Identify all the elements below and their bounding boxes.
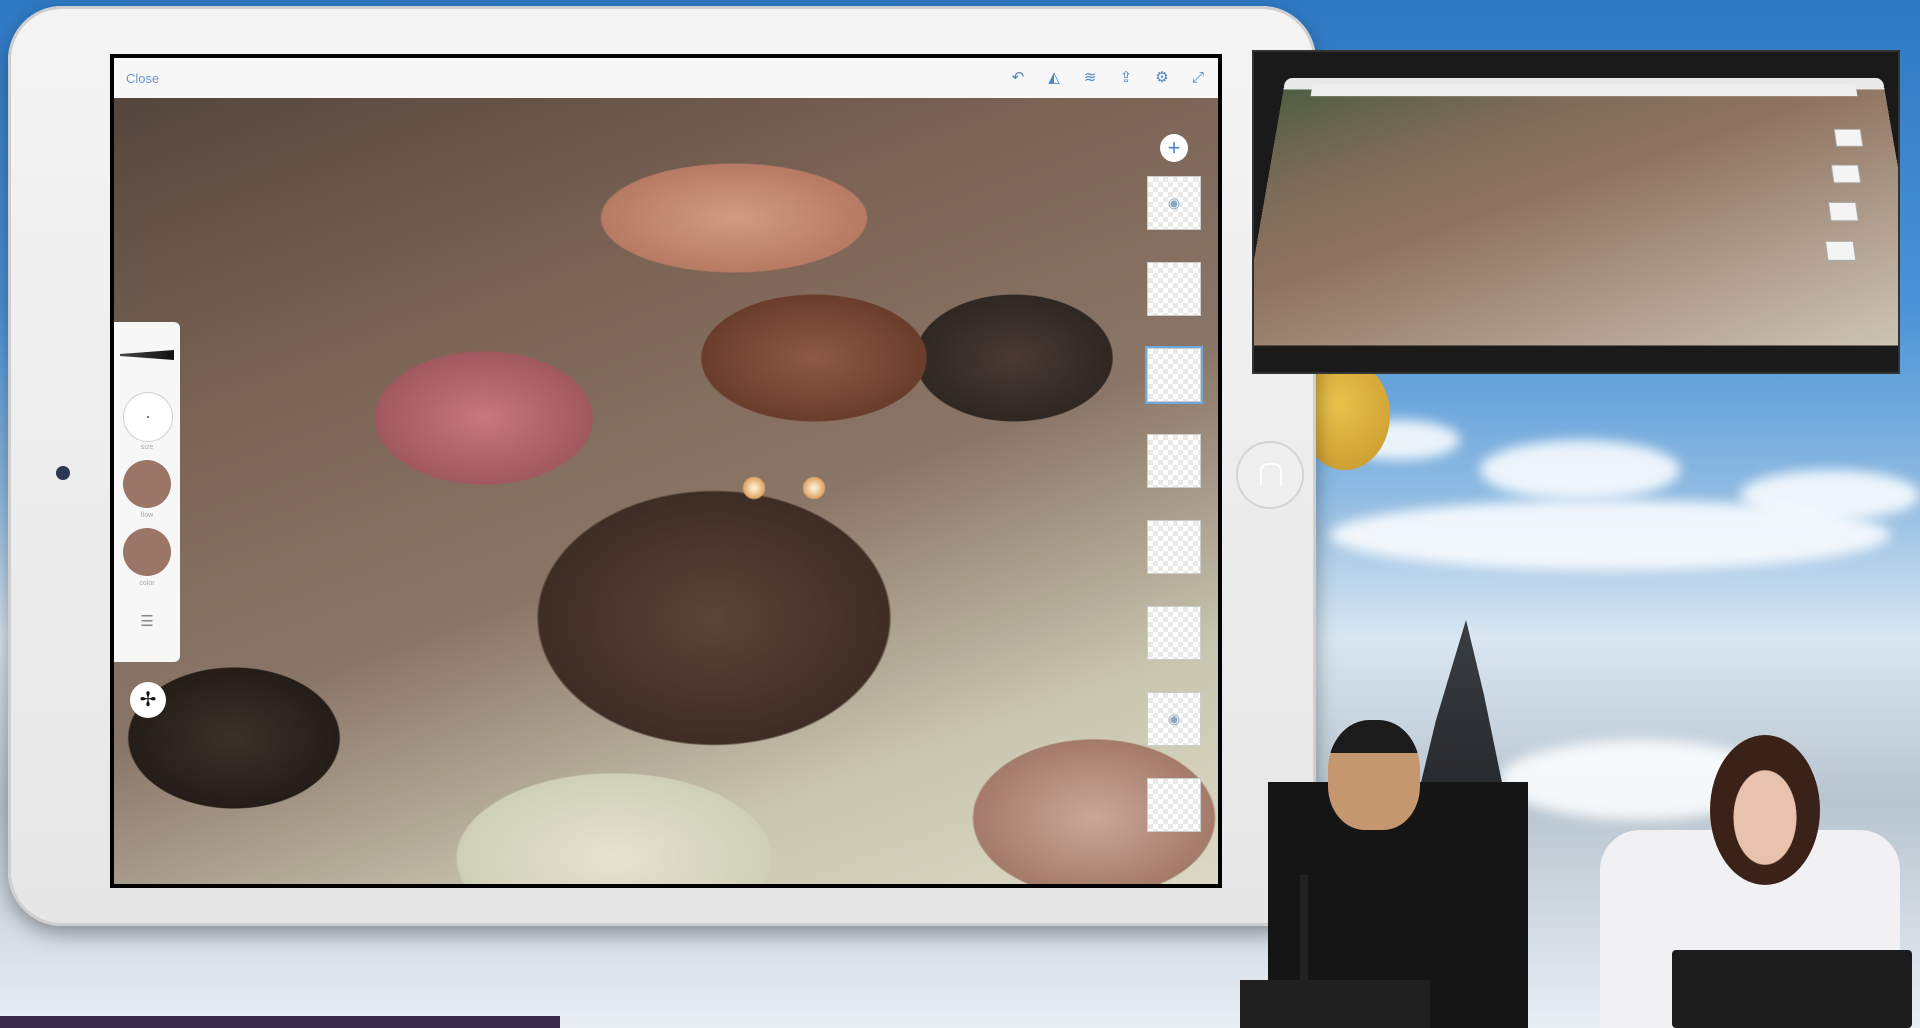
fullscreen-icon[interactable]: ⤢ (1190, 70, 1206, 86)
cloud (1330, 500, 1890, 570)
brush-icon[interactable] (120, 350, 174, 360)
layer-thumbnail-8[interactable] (1147, 778, 1201, 832)
front-camera (56, 466, 70, 480)
close-button[interactable]: Close (126, 71, 159, 86)
home-button[interactable] (1236, 441, 1304, 509)
size-label: size (140, 444, 154, 451)
painted-lantern (742, 476, 766, 500)
layer-thumbnail-6[interactable] (1147, 606, 1201, 660)
layer-thumbnail-7[interactable]: ◉ (1147, 692, 1201, 746)
desk (1240, 980, 1430, 1028)
color-picker-icon[interactable]: ◭ (1046, 70, 1062, 86)
top-toolbar: Close ↶ ◭ ≋ ⇪ ⚙ ⤢ (114, 58, 1218, 98)
brush-size-control[interactable] (123, 392, 173, 442)
presenter-left-head (1328, 720, 1420, 830)
inset-layer (1824, 240, 1857, 261)
undo-icon[interactable]: ↶ (1010, 70, 1026, 86)
inset-tablet-image (1254, 77, 1898, 346)
inset-layer (1830, 164, 1862, 184)
flow-label: flow (140, 512, 154, 519)
layer-thumbnail-1[interactable]: ◉ (1147, 176, 1201, 230)
footer-strip (0, 1016, 560, 1028)
flow-swatch[interactable] (123, 460, 171, 508)
brush-panel: size flow color ☰ (114, 322, 180, 662)
inset-layer (1828, 202, 1859, 222)
visibility-icon[interactable]: ◉ (1168, 711, 1180, 728)
layer-thumbnail-2[interactable] (1147, 262, 1201, 316)
painted-lantern (802, 476, 826, 500)
layer-thumbnail-5[interactable] (1147, 520, 1201, 574)
add-layer-button[interactable]: + (1160, 134, 1188, 162)
cloud (1480, 440, 1680, 500)
fan-tool-icon[interactable]: ✢ (130, 682, 166, 718)
inset-toolbar (1310, 84, 1858, 97)
ipad-frame: Close ↶ ◭ ≋ ⇪ ⚙ ⤢ size flow color ☰ ✢ + … (8, 6, 1316, 926)
laptop (1672, 950, 1912, 1028)
drawing-canvas[interactable] (114, 98, 1218, 884)
layer-thumbnail-4[interactable] (1147, 434, 1201, 488)
layer-thumbnail-3[interactable] (1145, 346, 1203, 404)
inset-layer (1833, 128, 1864, 147)
settings-icon[interactable]: ⚙ (1154, 70, 1170, 86)
share-icon[interactable]: ⇪ (1118, 70, 1134, 86)
color-label: color (139, 580, 155, 587)
app-screen: Close ↶ ◭ ≋ ⇪ ⚙ ⤢ size flow color ☰ ✢ + … (110, 54, 1222, 888)
layers-icon[interactable]: ≋ (1082, 70, 1098, 86)
color-swatch[interactable] (123, 528, 171, 576)
visibility-icon[interactable]: ◉ (1168, 195, 1180, 212)
toolbar-icons: ↶ ◭ ≋ ⇪ ⚙ ⤢ (1010, 70, 1206, 86)
layers-panel: + ◉ ◉ (1144, 134, 1204, 864)
sliders-icon[interactable]: ☰ (136, 612, 158, 630)
presenter-right-head (1710, 735, 1820, 885)
overhead-camera-view (1252, 50, 1900, 374)
